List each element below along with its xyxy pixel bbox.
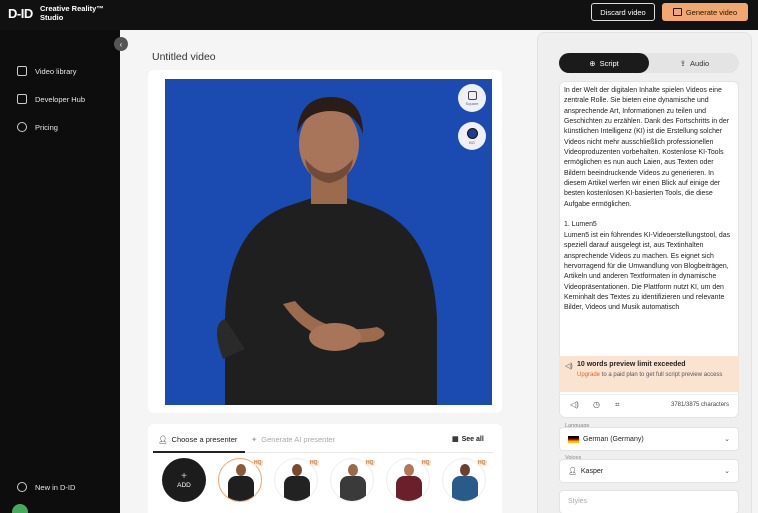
person-icon: 👤︎ [568, 468, 577, 475]
video-title[interactable]: Untitled video [152, 51, 216, 63]
thumb-body [340, 476, 366, 501]
german-flag-icon [568, 435, 579, 443]
sparkle-icon [17, 482, 27, 492]
user-avatar[interactable] [12, 504, 28, 513]
thumb-body [284, 476, 310, 501]
square-icon [467, 90, 477, 100]
voice-value: Kasper [580, 467, 604, 475]
sidebar-item-video-library[interactable]: Video library [17, 66, 77, 76]
generate-label: Generate video [685, 7, 738, 17]
preview-audio-icon[interactable]: ◁) [570, 400, 579, 409]
logo-text: D-ID [8, 6, 33, 21]
thumb-head [404, 464, 414, 476]
character-count: 3781/3875 characters [671, 402, 730, 408]
collapse-sidebar-button[interactable]: ‹ [114, 37, 128, 51]
chevron-down-icon: ⌄ [724, 468, 730, 475]
sidebar-item-label: New in D-ID [35, 482, 76, 492]
tab-audio[interactable]: ⇪ Audio [650, 53, 739, 73]
video-canvas[interactable]: Square BG [165, 79, 492, 405]
plus-icon: + [181, 470, 187, 482]
tab-choose-presenter[interactable]: 👤︎ Choose a presenter [158, 435, 237, 444]
background-color-icon [466, 127, 478, 139]
tab-generate-ai-presenter[interactable]: ✦ Generate AI presenter [251, 435, 335, 444]
discard-video-button[interactable]: Discard video [591, 3, 655, 21]
hq-badge: HQ [253, 460, 263, 466]
brand-name: Creative Reality™ Studio [40, 4, 104, 22]
limit-description: Upgrade to a paid plan to get full scrip… [577, 371, 727, 379]
tab-script[interactable]: ⊕ Script [559, 53, 649, 73]
tab-script-label: Script [599, 58, 619, 68]
script-text[interactable]: In der Welt der digitalen Inhalte spiele… [564, 86, 736, 356]
presenter-avatar [216, 97, 437, 405]
thumb-body [452, 476, 478, 501]
thumb-head [292, 464, 302, 476]
hq-badge: HQ [365, 460, 375, 466]
active-tab-indicator [153, 451, 245, 453]
square-format-button[interactable]: Square [458, 84, 486, 112]
styles-select[interactable]: Styles [559, 490, 739, 513]
person-icon: 👤︎ [158, 435, 168, 444]
script-icon: ⊕ [589, 58, 596, 68]
video-icon [672, 8, 682, 16]
speaker-icon: ◁) [565, 363, 573, 370]
sparkle-icon: ✦ [251, 435, 258, 444]
thumb-head [460, 464, 470, 476]
hq-badge: HQ [309, 460, 319, 466]
thumb-head [236, 464, 246, 476]
tab-label: Generate AI presenter [261, 435, 336, 444]
generate-video-button[interactable]: Generate video [662, 3, 748, 21]
brand-line2: Studio [40, 13, 64, 22]
video-library-icon [17, 66, 27, 76]
see-all-label: See all [461, 435, 484, 443]
sidebar-item-label: Developer Hub [35, 94, 86, 104]
bg-label: BG [469, 139, 475, 145]
sidebar-item-new-in-did[interactable]: New in D-ID [17, 482, 75, 492]
developer-hub-icon [17, 94, 27, 104]
sidebar-item-label: Pricing [35, 122, 58, 132]
thumb-head [348, 464, 358, 476]
top-bar: D-ID Creative Reality™ Studio Discard vi… [0, 0, 758, 30]
hq-badge: HQ [421, 460, 431, 466]
tab-audio-label: Audio [690, 58, 710, 68]
language-value: German (Germany) [583, 435, 644, 443]
language-select[interactable]: German (Germany) ⌄ [559, 427, 739, 451]
square-label: Square [465, 100, 479, 106]
thumb-body [396, 476, 422, 501]
chevron-down-icon: ⌄ [724, 436, 730, 443]
sidebar-item-pricing[interactable]: Pricing [17, 122, 58, 132]
tab-label: Choose a presenter [171, 435, 238, 444]
limit-title: 10 words preview limit exceeded [577, 361, 686, 368]
translate-icon[interactable]: ⌗ [615, 400, 620, 410]
add-presenter-button[interactable]: + ADD [162, 458, 206, 502]
add-label: ADD [177, 481, 191, 489]
thumb-body [228, 476, 254, 501]
limit-rest: to a paid plan to get full script previe… [600, 372, 723, 378]
pause-timer-icon[interactable]: ◷ [593, 400, 600, 409]
pricing-icon [17, 122, 27, 132]
hq-badge: HQ [477, 460, 487, 466]
background-button[interactable]: BG [458, 122, 486, 150]
sidebar-item-developer-hub[interactable]: Developer Hub [17, 94, 85, 104]
sidebar-item-label: Video library [35, 66, 77, 76]
grid-icon: ▦ [452, 436, 459, 443]
did-logo[interactable]: D-ID [8, 6, 33, 21]
upload-icon: ⇪ [679, 58, 687, 68]
voice-select[interactable]: 👤︎ Kasper ⌄ [559, 459, 739, 483]
see-all-button[interactable]: ▦ See all [452, 435, 484, 444]
brand-line1: Creative Reality™ [40, 4, 104, 13]
upgrade-link[interactable]: Upgrade [577, 372, 600, 378]
